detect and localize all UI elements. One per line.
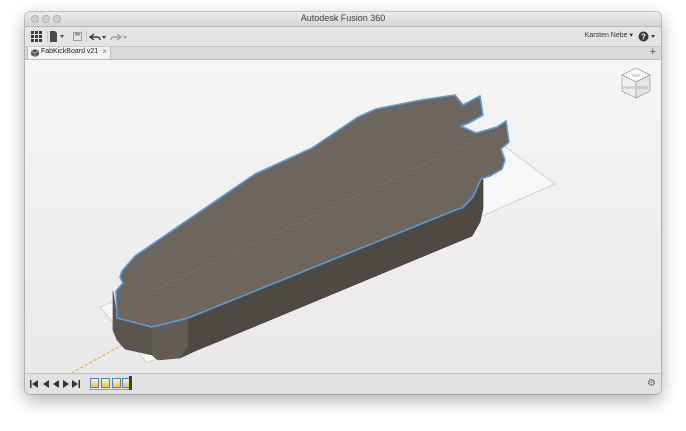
skip-end-icon (72, 380, 80, 388)
timeline-play-button[interactable] (62, 379, 70, 389)
save-button[interactable] (71, 30, 83, 43)
viewcube-front-label: FRONT (623, 86, 636, 90)
help-button[interactable]: ? (638, 30, 656, 43)
timeline-feature-sketch[interactable] (112, 378, 121, 388)
user-menu[interactable]: Karsten Nebe ▾ (585, 31, 633, 39)
model-canvas[interactable]: TOP FRONT RIGHT (25, 60, 661, 373)
component-icon (31, 49, 39, 57)
timeline-bar: ⚙ (25, 373, 661, 394)
new-tab-icon[interactable]: + (650, 46, 656, 58)
undo-icon (89, 32, 106, 41)
document-tab-label: FabKickBoard v21 (41, 48, 99, 55)
app-window: Autodesk Fusion 360 Karsten Nebe ▾ ? Fab… (25, 12, 661, 394)
timeline-first-button[interactable] (30, 379, 38, 389)
viewcube-top-label: TOP (632, 73, 640, 78)
timeline-prev-button[interactable] (41, 379, 49, 389)
gear-icon[interactable]: ⚙ (647, 378, 656, 389)
close-tab-icon[interactable]: × (102, 47, 107, 56)
undo-button[interactable] (89, 30, 107, 43)
timeline-track (89, 389, 131, 390)
skip-start-icon (30, 380, 38, 388)
toolbar-separator (47, 31, 48, 42)
view-cube[interactable]: TOP FRONT RIGHT (621, 67, 651, 99)
timeline-play-back-button[interactable] (51, 379, 59, 389)
redo-button[interactable] (110, 30, 128, 43)
file-icon (50, 31, 64, 42)
file-menu-button[interactable] (49, 30, 65, 43)
timeline-feature-sketch[interactable] (90, 378, 99, 388)
grid-icon (30, 31, 42, 42)
save-icon (72, 32, 82, 41)
timeline-last-button[interactable] (72, 379, 80, 389)
data-panel-button[interactable] (29, 30, 43, 43)
document-tab[interactable]: FabKickBoard v21 × (27, 47, 111, 59)
svg-text:?: ? (641, 33, 646, 42)
play-icon (62, 380, 69, 388)
help-icon: ? (638, 31, 655, 42)
redo-icon (110, 32, 127, 41)
viewcube-right-label: RIGHT (638, 86, 650, 90)
timeline-marker[interactable] (129, 376, 132, 390)
toolbar-separator (86, 31, 87, 42)
timeline-feature-extrude[interactable] (101, 378, 110, 388)
play-back-icon (52, 380, 59, 388)
window-title: Autodesk Fusion 360 (300, 13, 386, 23)
canvas-viewport[interactable]: TOP FRONT RIGHT (25, 60, 661, 373)
main-toolbar: Karsten Nebe ▾ ? (25, 27, 661, 47)
document-tab-bar: FabKickBoard v21 × + (25, 46, 661, 60)
step-back-icon (42, 380, 49, 388)
title-bar: Autodesk Fusion 360 (25, 12, 661, 27)
